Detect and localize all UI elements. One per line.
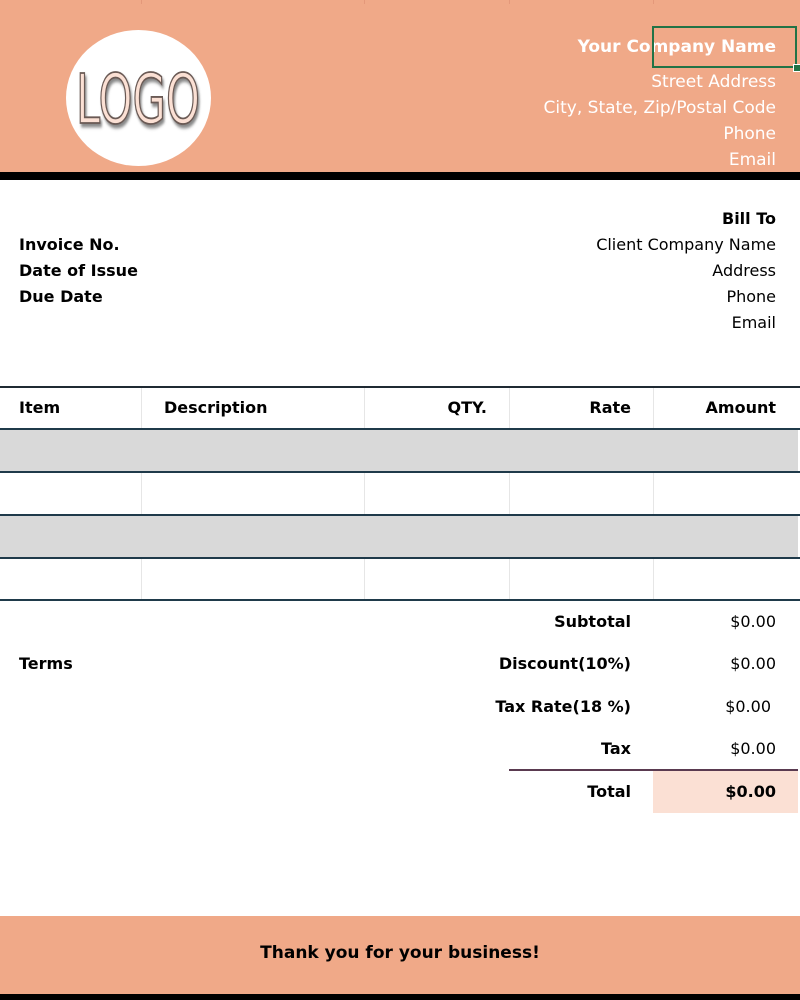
table-row[interactable]	[0, 473, 798, 514]
header-border	[0, 172, 800, 180]
tax-label[interactable]: Tax	[601, 739, 631, 758]
total-label[interactable]: Total	[587, 782, 631, 801]
column-header-item[interactable]: Item	[19, 398, 60, 417]
invoice-no-label[interactable]: Invoice No.	[19, 235, 120, 254]
due-date-label[interactable]: Due Date	[19, 287, 103, 306]
footer-border	[0, 994, 800, 1000]
company-phone[interactable]: Phone	[723, 124, 776, 144]
street-address[interactable]: Street Address	[651, 72, 776, 92]
table-top-border	[0, 386, 800, 388]
fill-handle[interactable]	[793, 64, 800, 72]
cell-selection	[652, 26, 797, 68]
gridline	[509, 0, 510, 4]
column-header-amount[interactable]: Amount	[706, 398, 776, 417]
subtotal-value[interactable]: $0.00	[730, 612, 776, 631]
total-value[interactable]: $0.00	[725, 782, 776, 801]
tax-rate-label[interactable]: Tax Rate(18 %)	[495, 697, 631, 716]
table-row[interactable]	[0, 559, 798, 600]
discount-label[interactable]: Discount(10%)	[499, 654, 631, 673]
tax-value[interactable]: $0.00	[730, 739, 776, 758]
logo-image: LOGO	[75, 59, 200, 141]
client-email[interactable]: Email	[732, 313, 776, 332]
table-bottom-border	[0, 599, 800, 601]
client-company-name[interactable]: Client Company Name	[596, 235, 776, 254]
bill-to-title[interactable]: Bill To	[722, 209, 776, 228]
column-header-description[interactable]: Description	[164, 398, 267, 417]
tax-rate-value[interactable]: $0.00	[725, 697, 771, 716]
logo-text: LOGO	[76, 60, 200, 140]
terms-label[interactable]: Terms	[19, 654, 73, 673]
client-address[interactable]: Address	[712, 261, 776, 280]
date-of-issue-label[interactable]: Date of Issue	[19, 261, 138, 280]
subtotal-label[interactable]: Subtotal	[554, 612, 631, 631]
column-header-rate[interactable]: Rate	[589, 398, 631, 417]
discount-value[interactable]: $0.00	[730, 654, 776, 673]
column-header-qty[interactable]: QTY.	[447, 398, 487, 417]
gridline	[364, 0, 365, 4]
thank-you-message[interactable]: Thank you for your business!	[0, 943, 800, 963]
client-phone[interactable]: Phone	[726, 287, 776, 306]
company-email[interactable]: Email	[729, 150, 776, 170]
city-state-zip[interactable]: City, State, Zip/Postal Code	[544, 98, 776, 118]
logo[interactable]: LOGO	[66, 30, 211, 166]
gridline	[141, 0, 142, 4]
table-row[interactable]	[0, 430, 798, 471]
table-row[interactable]	[0, 516, 798, 557]
gridline	[653, 0, 654, 4]
